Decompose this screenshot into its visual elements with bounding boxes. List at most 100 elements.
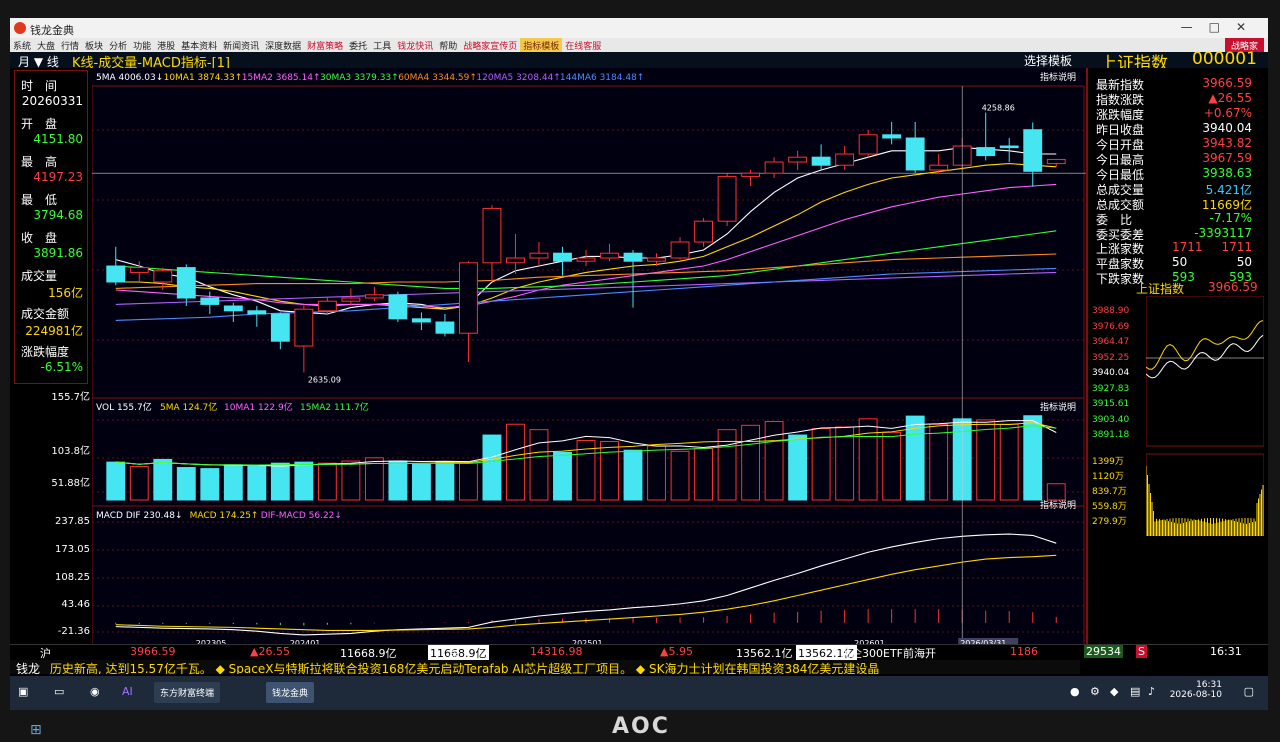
taskbar-app-eastmoney[interactable]: 东方财富终端 [154, 682, 221, 703]
main-chart[interactable]: 5MA 4006.03↓ 10MA1 3874.33↑ 15MA2 3685.14↑… [92, 68, 1086, 648]
menu-item-8[interactable]: 新闻资讯 [220, 38, 262, 53]
dropdown-arrow-icon[interactable]: ▼ [34, 55, 43, 69]
candle-body [129, 267, 149, 273]
folder-icon[interactable]: ▭ [54, 685, 64, 698]
taskbar-app-qianlong[interactable]: 钱龙金典 [266, 682, 315, 703]
status-time: 16:31 [1210, 645, 1242, 658]
breadth-value-2: 1711 [1221, 240, 1252, 254]
menu-item-2[interactable]: 行情 [58, 38, 82, 53]
window-controls[interactable]: —□✕ [1181, 20, 1262, 34]
menu-item-10[interactable]: 财富策略 [304, 38, 346, 53]
candle-body [670, 241, 690, 259]
mini-volume-tick: 1399万 [1092, 457, 1124, 467]
market-status-bar: 沪 3966.59 ▲26.55 11668.9亿 11668.9亿 深 143… [10, 644, 1268, 661]
close-button[interactable]: ✕ [1236, 20, 1262, 34]
volume-legend-item: 5MA 124.7亿 [160, 401, 217, 413]
intraday-mini-chart[interactable] [1146, 296, 1264, 536]
volume-bar [670, 450, 690, 501]
minimize-button[interactable]: — [1181, 20, 1209, 34]
menu-item-16[interactable]: 指标模板 [520, 38, 563, 53]
mini-price-frame [1146, 296, 1264, 447]
quote-label-2: 最 高 [21, 155, 58, 169]
alert-icon[interactable]: S [1136, 645, 1147, 658]
menu-item-9[interactable]: 深度数据 [262, 38, 304, 53]
volume-bar [835, 426, 855, 501]
ma-legend-item: 60MA4 3344.59↑ [398, 73, 477, 83]
volume-bar [153, 458, 173, 501]
ai-app-icon[interactable]: AI [122, 685, 133, 698]
volume-bar [929, 423, 949, 501]
candle-body [411, 318, 431, 323]
menu-item-11[interactable]: 委托 [346, 38, 370, 53]
volume-bar [106, 461, 126, 501]
monitor-brand-logo: AOC [612, 714, 670, 739]
maximize-button[interactable]: □ [1209, 20, 1236, 34]
notification-icon[interactable]: ▢ [1244, 685, 1254, 698]
fund-value: 1186 [1010, 645, 1038, 658]
index-info-value: 3966.59 [1202, 76, 1252, 90]
index-info-value: -3393117 [1194, 226, 1252, 240]
indicator-hint: 指标说明 [1040, 499, 1076, 511]
candle-body [1046, 158, 1066, 165]
mini-price-tick: 3976.69 [1092, 321, 1130, 332]
menu-item-15[interactable]: 战略家宣传页 [460, 38, 520, 53]
right-value: 29534 [1084, 645, 1123, 658]
market1-amount: 11668.9亿 [340, 647, 397, 660]
edge-icon[interactable]: ◉ [90, 685, 100, 698]
candle-body [858, 134, 878, 155]
volume-bar [717, 429, 737, 501]
menu-item-7[interactable]: 基本资料 [178, 38, 220, 53]
menu-item-12[interactable]: 工具 [370, 38, 394, 53]
menu-item-13[interactable]: 钱龙快讯 [394, 38, 436, 53]
tray-shield-icon[interactable]: ◆ [1110, 685, 1118, 698]
market2-index: 14316.98 [530, 645, 583, 658]
task-view-icon[interactable]: ▣ [18, 685, 28, 698]
tray-wechat-icon[interactable]: ● [1070, 685, 1080, 698]
high-price-label: 4258.86 [982, 104, 1015, 113]
candle-body [764, 161, 784, 174]
period-selector[interactable]: 月 ▼ 线 [18, 53, 59, 70]
menu-item-5[interactable]: 功能 [130, 38, 154, 53]
menu-item-6[interactable]: 港股 [154, 38, 178, 53]
tray-gear-icon[interactable]: ⚙ [1090, 685, 1100, 698]
index-info-value: 3943.82 [1202, 136, 1252, 150]
ma-legend-item: 30MA3 3379.33↑ [320, 73, 399, 83]
menu-item-4[interactable]: 分析 [106, 38, 130, 53]
mini-price-tick: 3988.90 [1092, 306, 1130, 316]
period-label[interactable]: 月 [18, 55, 30, 69]
volume-legend-item: 10MA1 122.9亿 [224, 401, 293, 413]
mini-price-tick: 3927.83 [1092, 383, 1130, 394]
clock-date: 2026-08-10 [1169, 690, 1222, 700]
index-info-value: 3940.04 [1202, 121, 1252, 135]
news-ticker[interactable]: 钱龙 历史新高, 达到15.57亿千瓦。 ◆ SpaceX与特斯拉将联合投资16… [10, 660, 1080, 674]
tray-network-icon[interactable]: ▤ [1130, 685, 1140, 698]
tray-volume-icon[interactable]: ♪ [1148, 685, 1155, 698]
menu-item-14[interactable]: 帮助 [436, 38, 460, 53]
menu-item-3[interactable]: 板块 [82, 38, 106, 53]
volume-bar [388, 460, 408, 501]
menu-bar: 系统 大盘 行情 板块 分析 功能 港股 基本资料 新闻资讯 深度数据 财富策略 委托 工具 钱龙快讯 帮助… [10, 38, 1268, 53]
index-code[interactable]: 000001 [1192, 49, 1257, 69]
candle-body [388, 294, 408, 320]
volume-legend-item: VOL 155.7亿 [96, 401, 152, 413]
menu-item-17[interactable]: 在线客服 [562, 38, 604, 53]
breadth-value: 50 [1172, 255, 1188, 269]
candle-body [223, 305, 243, 312]
menu-item-0[interactable]: 系统 [10, 38, 34, 53]
menu-item-1[interactable]: 大盘 [34, 38, 58, 53]
candle-body [553, 252, 572, 262]
market2-change: ▲5.95 [660, 645, 693, 658]
volume-bar [176, 467, 196, 501]
macd-legend-item: MACD DIF 230.48↓ [96, 511, 183, 521]
index-info-value: 3967.59 [1202, 151, 1252, 165]
select-template-button[interactable]: 选择模板 [1024, 52, 1072, 69]
mini-chart-title: 上证指数 [1136, 282, 1185, 296]
quote-label-6: 成交金额 [21, 307, 70, 321]
candle-body [623, 252, 643, 262]
index-info-value: 3938.63 [1202, 166, 1252, 180]
volume-bar [600, 441, 619, 501]
clock[interactable]: 16:31 2026-08-10 [1170, 680, 1222, 700]
mini-chart-value: 3966.59 [1208, 280, 1258, 294]
fund-text[interactable]: 民企300ETF前海开 [840, 645, 936, 661]
macd-axis-tick: 237.85 [55, 516, 90, 527]
